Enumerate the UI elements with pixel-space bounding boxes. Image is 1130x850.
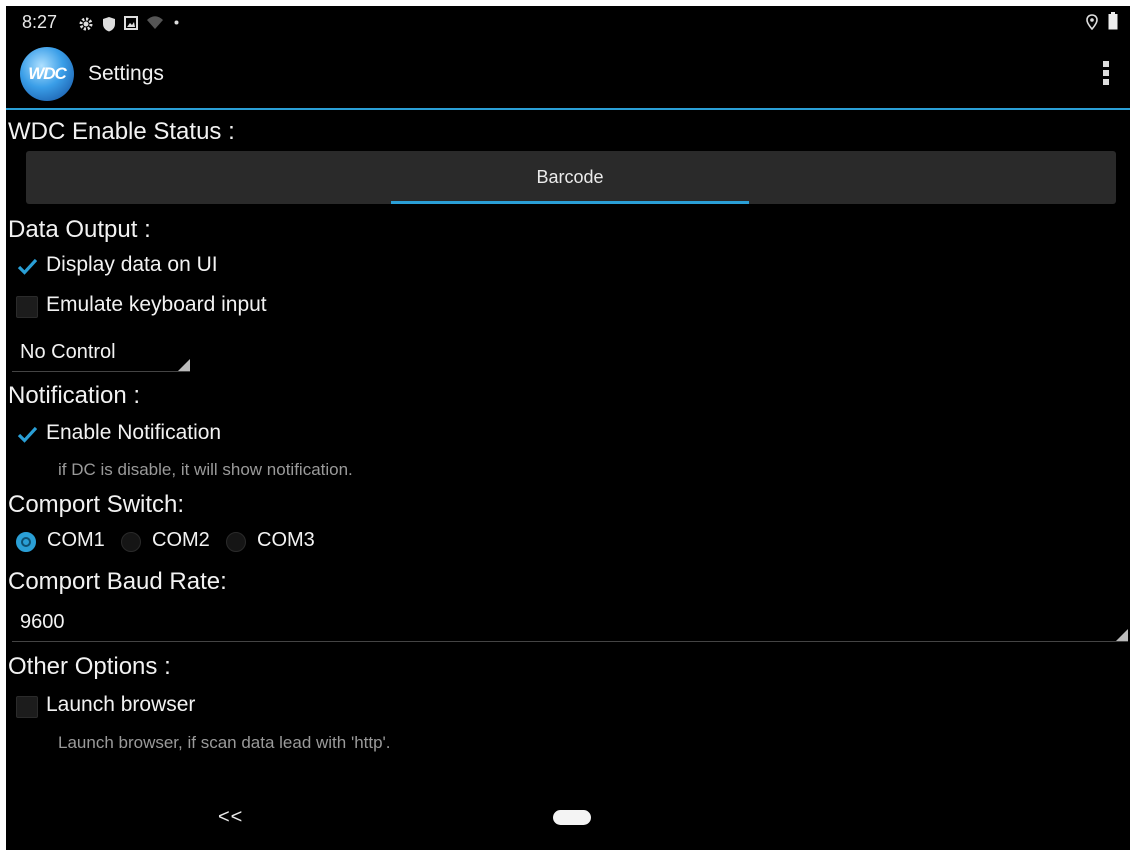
status-time: 8:27 (22, 12, 58, 32)
more-vertical-icon[interactable] (1102, 61, 1110, 87)
check-icon (17, 426, 37, 443)
wifi-off-icon (147, 16, 163, 29)
com1-radio[interactable]: COM1 (16, 528, 116, 556)
display-data-checkbox[interactable] (16, 256, 38, 278)
baud-rate-spinner[interactable]: 9600 (12, 604, 1128, 642)
app-title: Settings (88, 62, 164, 85)
comport-switch-heading: Comport Switch: (8, 491, 185, 518)
dot-icon (174, 20, 179, 25)
emulate-keyboard-checkbox-row[interactable]: Emulate keyboard input (16, 292, 336, 322)
enable-notification-checkbox[interactable] (16, 424, 38, 446)
com3-label: COM3 (257, 529, 315, 551)
com2-label: COM2 (152, 529, 210, 551)
data-output-heading: Data Output : (8, 216, 151, 243)
control-spinner-value: No Control (20, 341, 116, 363)
launch-browser-label: Launch browser (46, 693, 196, 716)
emulate-keyboard-label: Emulate keyboard input (46, 293, 267, 316)
com1-label: COM1 (47, 529, 105, 551)
baud-rate-value: 9600 (20, 611, 65, 633)
tab-barcode[interactable]: Barcode (391, 151, 749, 204)
radio-button[interactable] (226, 532, 246, 552)
nav-home-button[interactable] (553, 810, 591, 825)
launch-browser-checkbox[interactable] (16, 696, 38, 718)
battery-icon (1108, 12, 1118, 30)
app-logo-text: WDC (28, 64, 67, 83)
emulate-keyboard-checkbox[interactable] (16, 296, 38, 318)
notification-hint: if DC is disable, it will show notificat… (58, 460, 353, 479)
radio-button[interactable] (121, 532, 141, 552)
data-output-control-spinner[interactable]: No Control (12, 334, 190, 372)
tab-indicator (391, 201, 749, 204)
display-data-checkbox-row[interactable]: Display data on UI (16, 252, 316, 282)
check-icon (17, 258, 37, 275)
notification-heading: Notification : (8, 382, 141, 409)
launch-browser-hint: Launch browser, if scan data lead with '… (58, 733, 391, 752)
device-screen: 8:27 WDC Settings WDC Enable Status: Ba… (6, 6, 1130, 850)
tab-bar: Barcode (26, 151, 1116, 204)
other-options-heading: Other Options : (8, 653, 171, 680)
image-icon (124, 16, 138, 30)
app-logo: WDC (20, 47, 74, 101)
wdc-enable-heading: WDC Enable Status : (8, 118, 235, 145)
shield-icon (103, 17, 115, 32)
launch-browser-checkbox-row[interactable]: Launch browser (16, 692, 316, 722)
action-bar: WDC Settings (6, 38, 1130, 110)
baud-rate-heading: Comport Baud Rate: (8, 568, 227, 595)
com2-radio[interactable]: COM2 (121, 528, 221, 556)
tab-barcode-label: Barcode (536, 167, 604, 187)
comport-radio-group: COM1 COM2 COM3 (16, 528, 356, 556)
radio-button-selected[interactable] (16, 532, 36, 552)
com3-radio[interactable]: COM3 (226, 528, 326, 556)
nav-back-button[interactable]: << (218, 806, 243, 829)
enable-notification-label: Enable Notification (46, 421, 222, 444)
gear-icon (79, 17, 93, 31)
enable-notification-checkbox-row[interactable]: Enable Notification (16, 420, 316, 450)
location-icon (1086, 14, 1098, 30)
display-data-label: Display data on UI (46, 253, 218, 276)
status-bar: 8:27 (6, 6, 1130, 38)
